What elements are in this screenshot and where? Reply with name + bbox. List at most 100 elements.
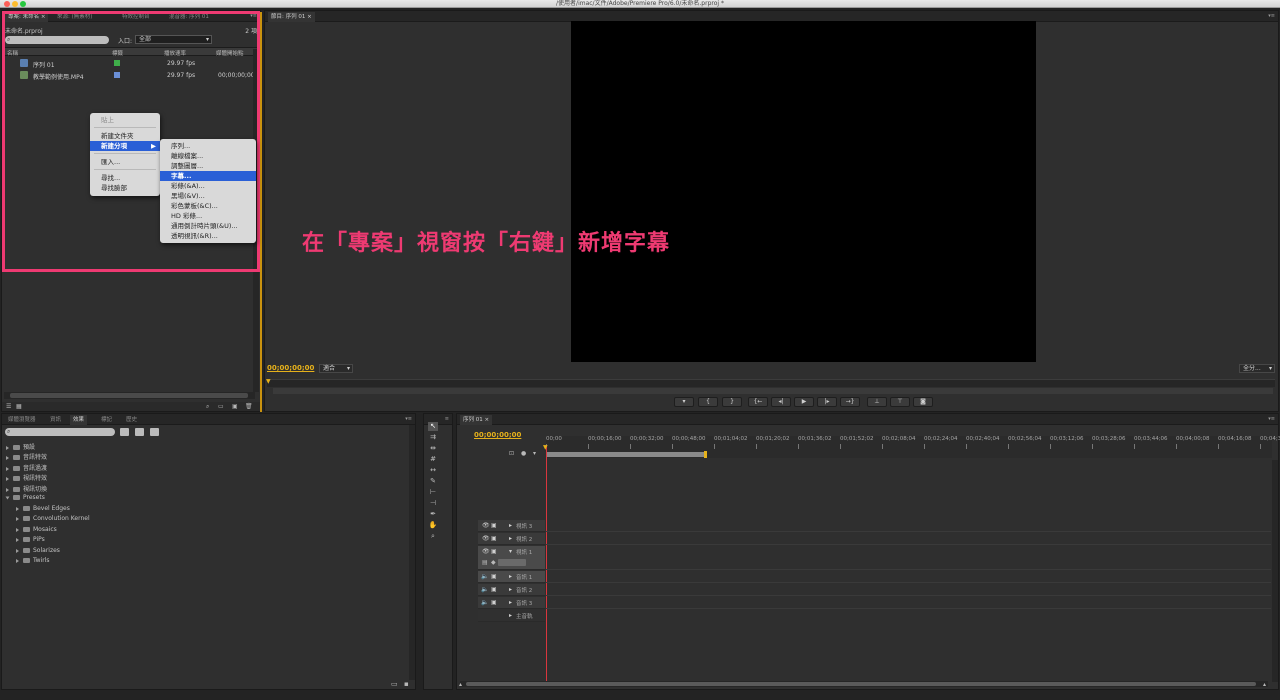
new-bin-icon[interactable]: ▭ bbox=[218, 403, 224, 410]
timeline-timecode[interactable]: 00;00;00;00 bbox=[474, 431, 521, 439]
fit-select[interactable]: 適合 ▾ bbox=[319, 364, 353, 373]
work-area-bar[interactable] bbox=[546, 452, 706, 457]
hand-tool-icon[interactable]: ✋ bbox=[428, 521, 438, 530]
preset-folder-twirls[interactable]: Twirls bbox=[16, 557, 50, 564]
expand-icon[interactable]: ▸ bbox=[509, 573, 512, 580]
new-item-icon[interactable]: ▣ bbox=[232, 403, 238, 410]
track-lane-audio-1[interactable] bbox=[546, 571, 1271, 583]
work-area-end-handle[interactable] bbox=[704, 451, 707, 458]
menu-item-new-item[interactable]: 新建分項 ▶ bbox=[90, 141, 160, 151]
preset-folder-bevel-edges[interactable]: Bevel Edges bbox=[16, 505, 70, 512]
panel-menu-icon[interactable]: ≡ bbox=[445, 416, 449, 422]
track-select-tool-icon[interactable]: ⇉ bbox=[428, 433, 438, 442]
list-view-icon[interactable]: ☰ bbox=[6, 403, 11, 410]
lock-icon[interactable]: ▣ bbox=[491, 522, 497, 529]
track-lane-audio-2[interactable] bbox=[546, 584, 1271, 596]
effects-folder-video-transitions[interactable]: 視訊切換 bbox=[6, 484, 47, 493]
zoom-tool-icon[interactable]: ⌕ bbox=[428, 532, 438, 541]
track-header-video-1[interactable]: 👁 ▣ ▾ 視訊 1 ▤ ◆ bbox=[478, 546, 545, 570]
go-to-out-button[interactable]: →} bbox=[840, 397, 860, 407]
panel-menu-icon[interactable]: ▾≡ bbox=[1268, 416, 1275, 422]
lock-icon[interactable]: ▣ bbox=[491, 548, 497, 555]
lock-icon[interactable]: ▣ bbox=[491, 573, 497, 580]
expand-icon[interactable]: ▸ bbox=[509, 612, 512, 619]
expand-icon[interactable]: ▸ bbox=[509, 586, 512, 593]
marker-icon[interactable]: ▾ bbox=[533, 450, 536, 457]
lock-icon[interactable]: ▣ bbox=[491, 586, 497, 593]
play-button[interactable]: ▶ bbox=[794, 397, 814, 407]
snap-icon[interactable]: ⊡ bbox=[509, 450, 514, 457]
submenu-item-black-video[interactable]: 黑場(&V)... bbox=[160, 191, 256, 201]
tab-history[interactable]: 歷史 bbox=[123, 415, 140, 425]
submenu-item-title[interactable]: 字幕... bbox=[160, 171, 256, 181]
horizontal-scrollbar[interactable] bbox=[4, 392, 255, 399]
keyframe-icon[interactable]: ◆ bbox=[491, 559, 496, 566]
menu-item-find-face[interactable]: 尋找臉部 bbox=[90, 183, 160, 193]
yuv-effects-icon[interactable] bbox=[150, 428, 159, 436]
selection-tool-icon[interactable]: ↖ bbox=[428, 422, 438, 431]
effects-folder-presets[interactable]: 預設 bbox=[6, 442, 35, 451]
panel-menu-icon[interactable]: ▾≡ bbox=[1268, 13, 1275, 19]
timeline-horizontal-scrollbar[interactable] bbox=[460, 681, 1268, 687]
razor-tool-icon[interactable]: ✎ bbox=[428, 477, 438, 486]
preset-folder-pips[interactable]: PiPs bbox=[16, 536, 45, 543]
tab-markers[interactable]: 標記 bbox=[98, 415, 115, 425]
track-header-video-3[interactable]: 👁 ▣ ▸ 視訊 3 bbox=[478, 520, 545, 532]
slip-tool-icon[interactable]: ⊢ bbox=[428, 488, 438, 497]
resolution-select[interactable]: 全分... ▾ bbox=[1239, 364, 1275, 373]
vertical-scrollbar[interactable] bbox=[409, 425, 415, 680]
tab-effects[interactable]: 效果 bbox=[70, 415, 88, 425]
track-lane-audio-3[interactable] bbox=[546, 597, 1271, 609]
track-header-master[interactable]: ▸ 主音軌 bbox=[478, 610, 545, 622]
track-lane-master[interactable] bbox=[546, 610, 1271, 622]
tab-sequence-01[interactable]: 序列 01 × bbox=[460, 415, 493, 425]
export-frame-button[interactable]: ◙ bbox=[913, 397, 933, 407]
zoom-out-icon[interactable]: ▴ bbox=[459, 681, 462, 688]
program-timecode[interactable]: 00;00;00;00 bbox=[267, 364, 314, 372]
trash-icon[interactable]: ▪ bbox=[404, 680, 409, 688]
accelerated-effects-icon[interactable] bbox=[120, 428, 129, 436]
display-style-icon[interactable]: ▤ bbox=[482, 559, 488, 566]
submenu-item-countdown-leader[interactable]: 通用倒計時片頭(&U)... bbox=[160, 221, 256, 231]
zoom-in-icon[interactable]: ▴ bbox=[1263, 681, 1266, 688]
effects-folder-video-effects[interactable]: 視訊特效 bbox=[6, 473, 47, 482]
expand-icon[interactable]: ▸ bbox=[509, 522, 512, 529]
eye-icon[interactable]: 👁 bbox=[482, 535, 490, 542]
rate-stretch-tool-icon[interactable]: ↔ bbox=[428, 466, 438, 475]
new-bin-icon[interactable]: ▭ bbox=[391, 680, 398, 688]
track-header-audio-3[interactable]: 🔈 ▣ ▸ 音訊 3 bbox=[478, 597, 545, 609]
playhead-icon[interactable]: ▼ bbox=[266, 378, 271, 385]
submenu-item-offline-file[interactable]: 離線檔案... bbox=[160, 151, 256, 161]
effects-folder-audio-effects[interactable]: 音訊特效 bbox=[6, 452, 47, 461]
submenu-item-color-matte[interactable]: 彩色蒙板(&C)... bbox=[160, 201, 256, 211]
pen-tool-icon[interactable]: ✒ bbox=[428, 510, 438, 519]
menu-item-import[interactable]: 匯入... bbox=[90, 157, 160, 167]
scrollbar-thumb[interactable] bbox=[466, 682, 1256, 686]
tab-program[interactable]: 節目: 序列 01 × bbox=[268, 12, 315, 22]
mark-in-button[interactable]: { bbox=[698, 397, 718, 407]
speaker-icon[interactable]: 🔈 bbox=[481, 599, 488, 606]
menu-item-find[interactable]: 尋找... bbox=[90, 173, 160, 183]
lock-icon[interactable]: ▣ bbox=[491, 599, 497, 606]
set-marker-icon[interactable]: ● bbox=[521, 450, 526, 457]
submenu-item-transparent-video[interactable]: 透明視訊(&R)... bbox=[160, 231, 256, 241]
track-lane-video-1[interactable] bbox=[546, 546, 1271, 570]
track-name-field[interactable] bbox=[498, 559, 526, 566]
lift-button[interactable]: ⊥ bbox=[867, 397, 887, 407]
rolling-edit-tool-icon[interactable]: # bbox=[428, 455, 438, 464]
extract-button[interactable]: ⊤ bbox=[890, 397, 910, 407]
track-lane-video-2[interactable] bbox=[546, 533, 1271, 545]
menu-item-paste[interactable]: 貼上 bbox=[90, 115, 160, 125]
submenu-item-sequence[interactable]: 序列... bbox=[160, 141, 256, 151]
track-header-video-2[interactable]: 👁 ▣ ▸ 視訊 2 bbox=[478, 533, 545, 545]
submenu-item-hd-bars[interactable]: HD 彩條... bbox=[160, 211, 256, 221]
preset-folder-convolution-kernel[interactable]: Convolution Kernel bbox=[16, 515, 90, 522]
program-time-ruler[interactable]: ▼ bbox=[266, 378, 1275, 387]
slide-tool-icon[interactable]: ⊣ bbox=[428, 499, 438, 508]
trash-icon[interactable]: 🗑 bbox=[245, 403, 253, 410]
preset-folder-solarizes[interactable]: Solarizes bbox=[16, 547, 60, 554]
effects-folder-audio-transitions[interactable]: 音訊過渡 bbox=[6, 463, 47, 472]
step-back-button[interactable]: ◂| bbox=[771, 397, 791, 407]
eye-icon[interactable]: 👁 bbox=[482, 548, 490, 555]
effects-search-input[interactable]: ⌕ bbox=[5, 428, 115, 436]
